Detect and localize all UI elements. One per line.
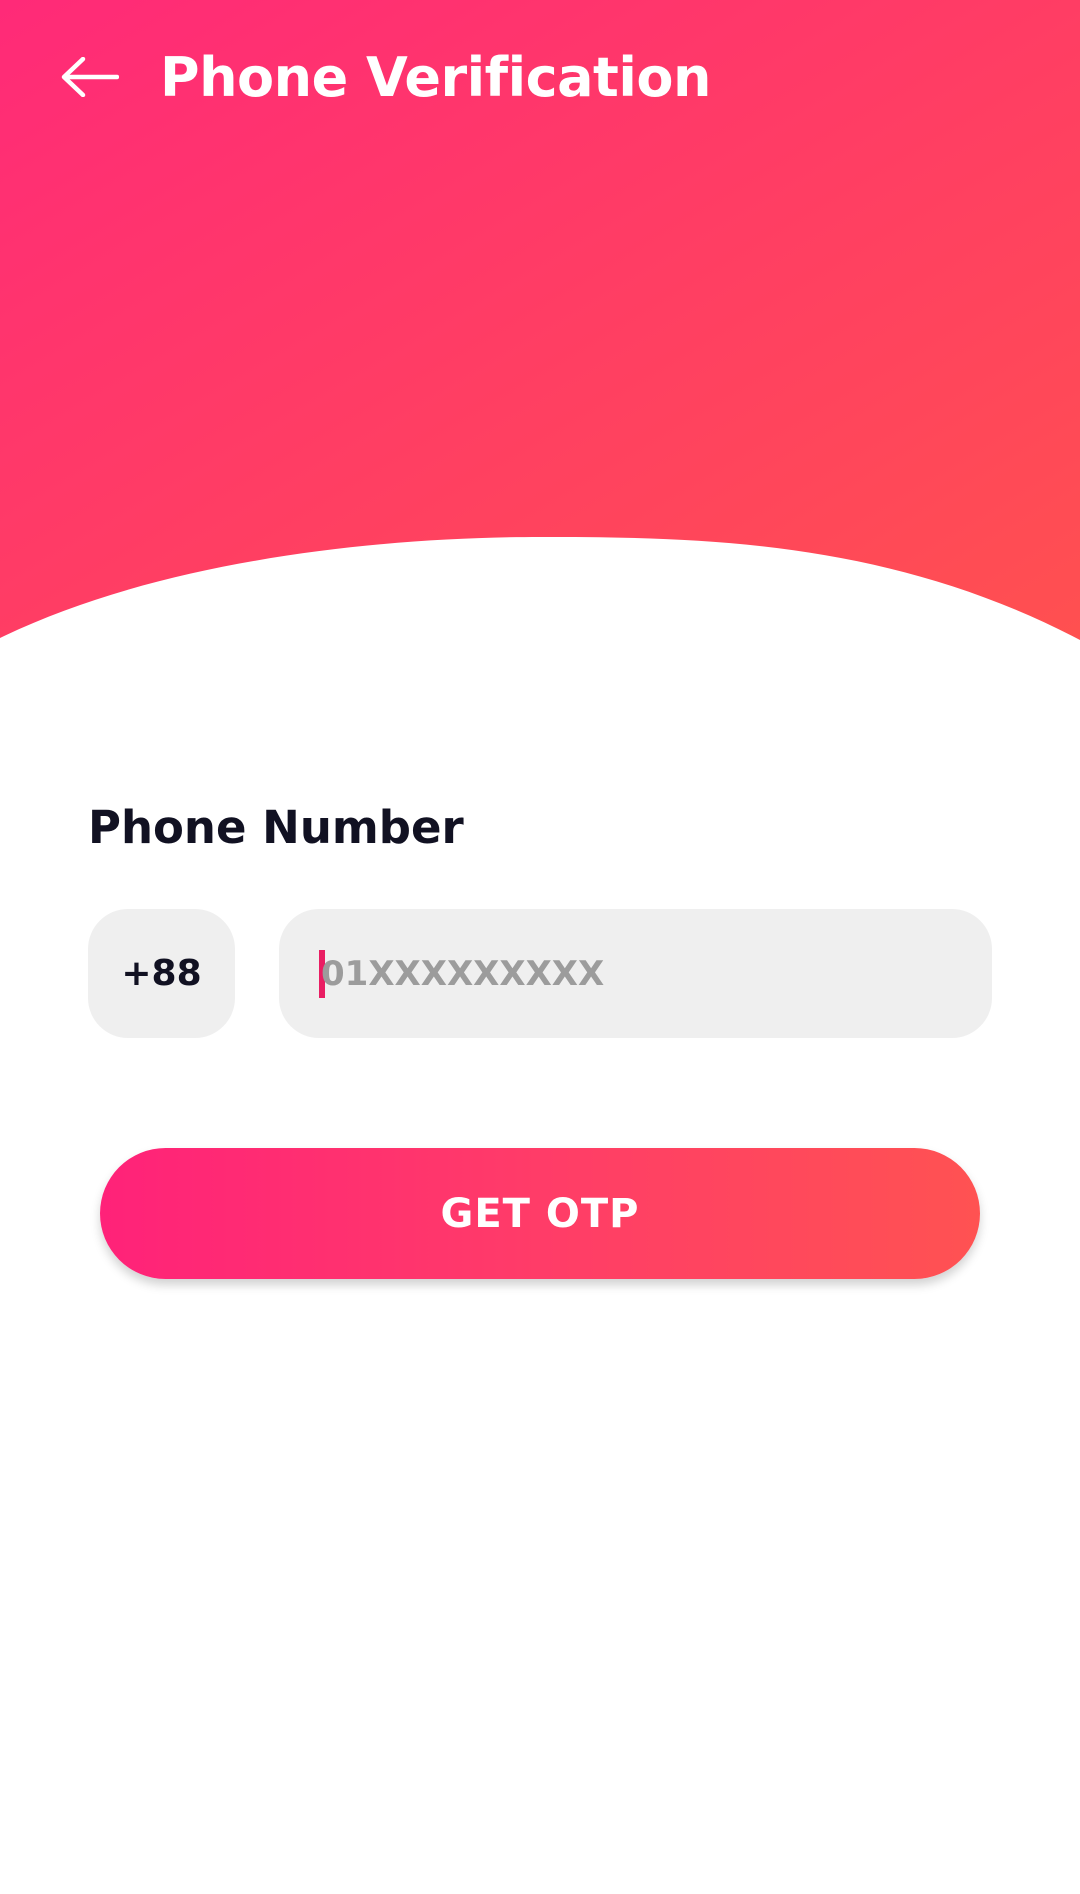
phone-number-field[interactable]: [279, 909, 992, 1038]
phone-verification-screen: Phone Verification Phone Number +88 GET …: [0, 0, 1080, 1894]
country-code-selector[interactable]: +88: [88, 909, 235, 1038]
back-button[interactable]: [56, 46, 124, 108]
phone-number-label: Phone Number: [88, 801, 464, 854]
phone-number-input[interactable]: [319, 909, 961, 1038]
page-title: Phone Verification: [160, 46, 711, 109]
get-otp-button[interactable]: GET OTP: [100, 1148, 980, 1279]
arrow-left-icon: [61, 57, 119, 97]
